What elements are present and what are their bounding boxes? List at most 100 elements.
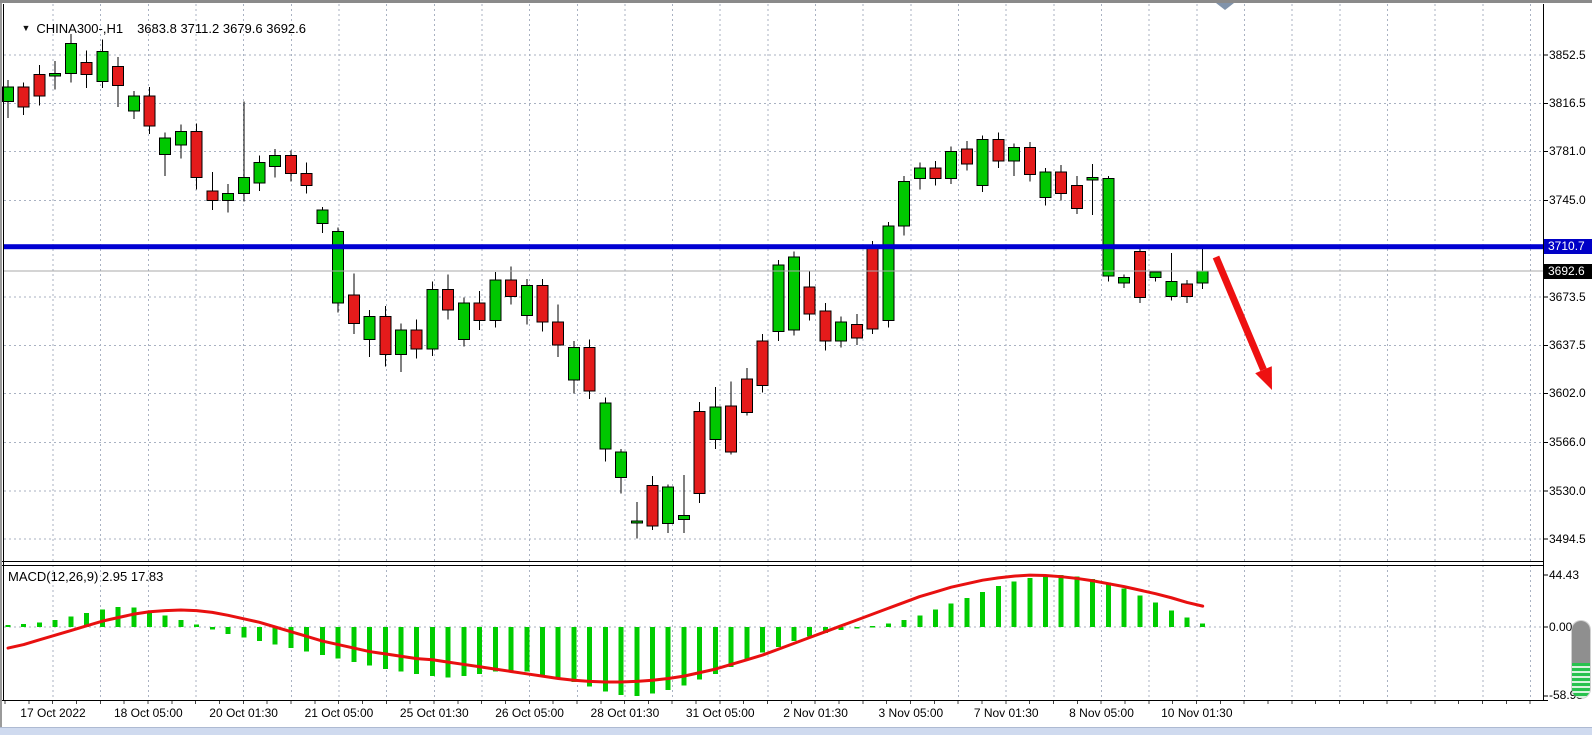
candle [1087,164,1098,215]
candle [458,298,469,347]
scroll-widget-thumb [1572,621,1590,663]
candle [600,398,611,462]
candle [584,340,595,399]
ohlc-values-label: 3683.8 3711.2 3679.6 3692.6 [137,21,306,36]
candle [1119,275,1130,289]
current-price-tag: 3692.6 [1544,264,1592,279]
window-bottom-edge [0,727,1592,735]
scroll-widget-stripes [1572,663,1590,698]
candle [647,476,658,530]
candle [694,402,705,503]
price-axis-label: 3602.0 [1549,387,1586,400]
candle [97,39,108,88]
time-axis-label: 18 Oct 05:00 [114,706,183,720]
candle [977,135,988,192]
time-axis-label: 26 Oct 05:00 [495,706,564,720]
horizontal-line-3710[interactable] [4,244,1543,249]
candle [741,368,752,415]
candle [411,319,422,358]
candle [301,162,312,193]
candle [50,61,61,89]
chart-canvas[interactable] [0,0,1592,735]
candle [427,281,438,355]
candle [883,222,894,327]
candle [113,57,124,107]
macd-histogram [6,575,1206,696]
candle [380,306,391,367]
overlay-scroll-widget[interactable] [1572,621,1590,698]
candle [34,65,45,106]
candle [930,161,941,185]
candle [285,150,296,181]
price-axis-label: 3816.5 [1549,97,1586,110]
candle [1150,271,1161,282]
price-axis-label: 3852.5 [1549,49,1586,62]
candle [1182,280,1193,303]
price-axis-label: 3745.0 [1549,194,1586,207]
time-axis-label: 21 Oct 05:00 [305,706,374,720]
time-axis-label: 7 Nov 01:30 [974,706,1039,720]
time-axis-label: 25 Oct 01:30 [400,706,469,720]
time-axis-label: 3 Nov 05:00 [879,706,944,720]
candle [993,133,1004,168]
candle [804,271,815,321]
candle [254,156,265,191]
symbol-period-label: CHINA300-,H1 [36,21,123,36]
candle [81,50,92,88]
candle [144,87,155,134]
candle [65,34,76,83]
candle [18,83,29,115]
indicator-label: MACD(12,26,9) 2.95 17.83 [8,569,163,584]
candle [160,133,171,176]
time-axis-label: 10 Nov 01:30 [1161,706,1232,720]
gridlines [4,4,1543,700]
candle [616,449,627,494]
candle [364,310,375,357]
candle [757,334,768,392]
autoscroll-triangle-icon [1216,3,1234,10]
chart-window: ▼CHINA300-,H13683.8 3711.2 3679.6 3692.6… [0,0,1592,735]
symbol-dropdown-icon[interactable]: ▼ [21,23,30,33]
hline-price-tag: 3710.7 [1544,239,1592,254]
candle [899,176,910,235]
price-axis-label: 3494.5 [1549,533,1586,546]
candle [396,323,407,372]
candle [851,314,862,345]
candle [710,387,721,449]
time-axis-label: 20 Oct 01:30 [209,706,278,720]
candles [3,34,1209,538]
candle [1056,165,1067,200]
candle [1009,144,1020,176]
candle [568,341,579,394]
price-axis-label: 3781.0 [1549,145,1586,158]
candle [223,184,234,212]
price-axis-label: 3566.0 [1549,436,1586,449]
candle [836,317,847,348]
candle [3,80,14,118]
candle [175,125,186,159]
time-axis-label: 8 Nov 05:00 [1069,706,1134,720]
symbol-title: ▼CHINA300-,H13683.8 3711.2 3679.6 3692.6 [7,6,306,22]
candle [443,275,454,320]
price-axis-label: 3530.0 [1549,485,1586,498]
candle [1134,246,1145,303]
candle [1166,253,1177,300]
candle [490,272,501,327]
candle [1071,176,1082,214]
candle [631,502,642,539]
candle [678,475,689,533]
macd-axis-label: 0.00 [1549,621,1572,634]
macd-axis-label: 44.43 [1549,569,1579,582]
price-axis-label: 3637.5 [1549,339,1586,352]
time-axis-label: 31 Oct 05:00 [686,706,755,720]
candle [191,123,202,189]
time-axis-label: 17 Oct 2022 [20,706,85,720]
candle [333,227,344,312]
panel-borders [0,4,1548,701]
candle [946,146,957,184]
candle [789,252,800,336]
window-left-border [0,3,2,735]
candle [726,382,737,455]
candle [867,241,878,334]
axis-ticks [5,55,1548,704]
